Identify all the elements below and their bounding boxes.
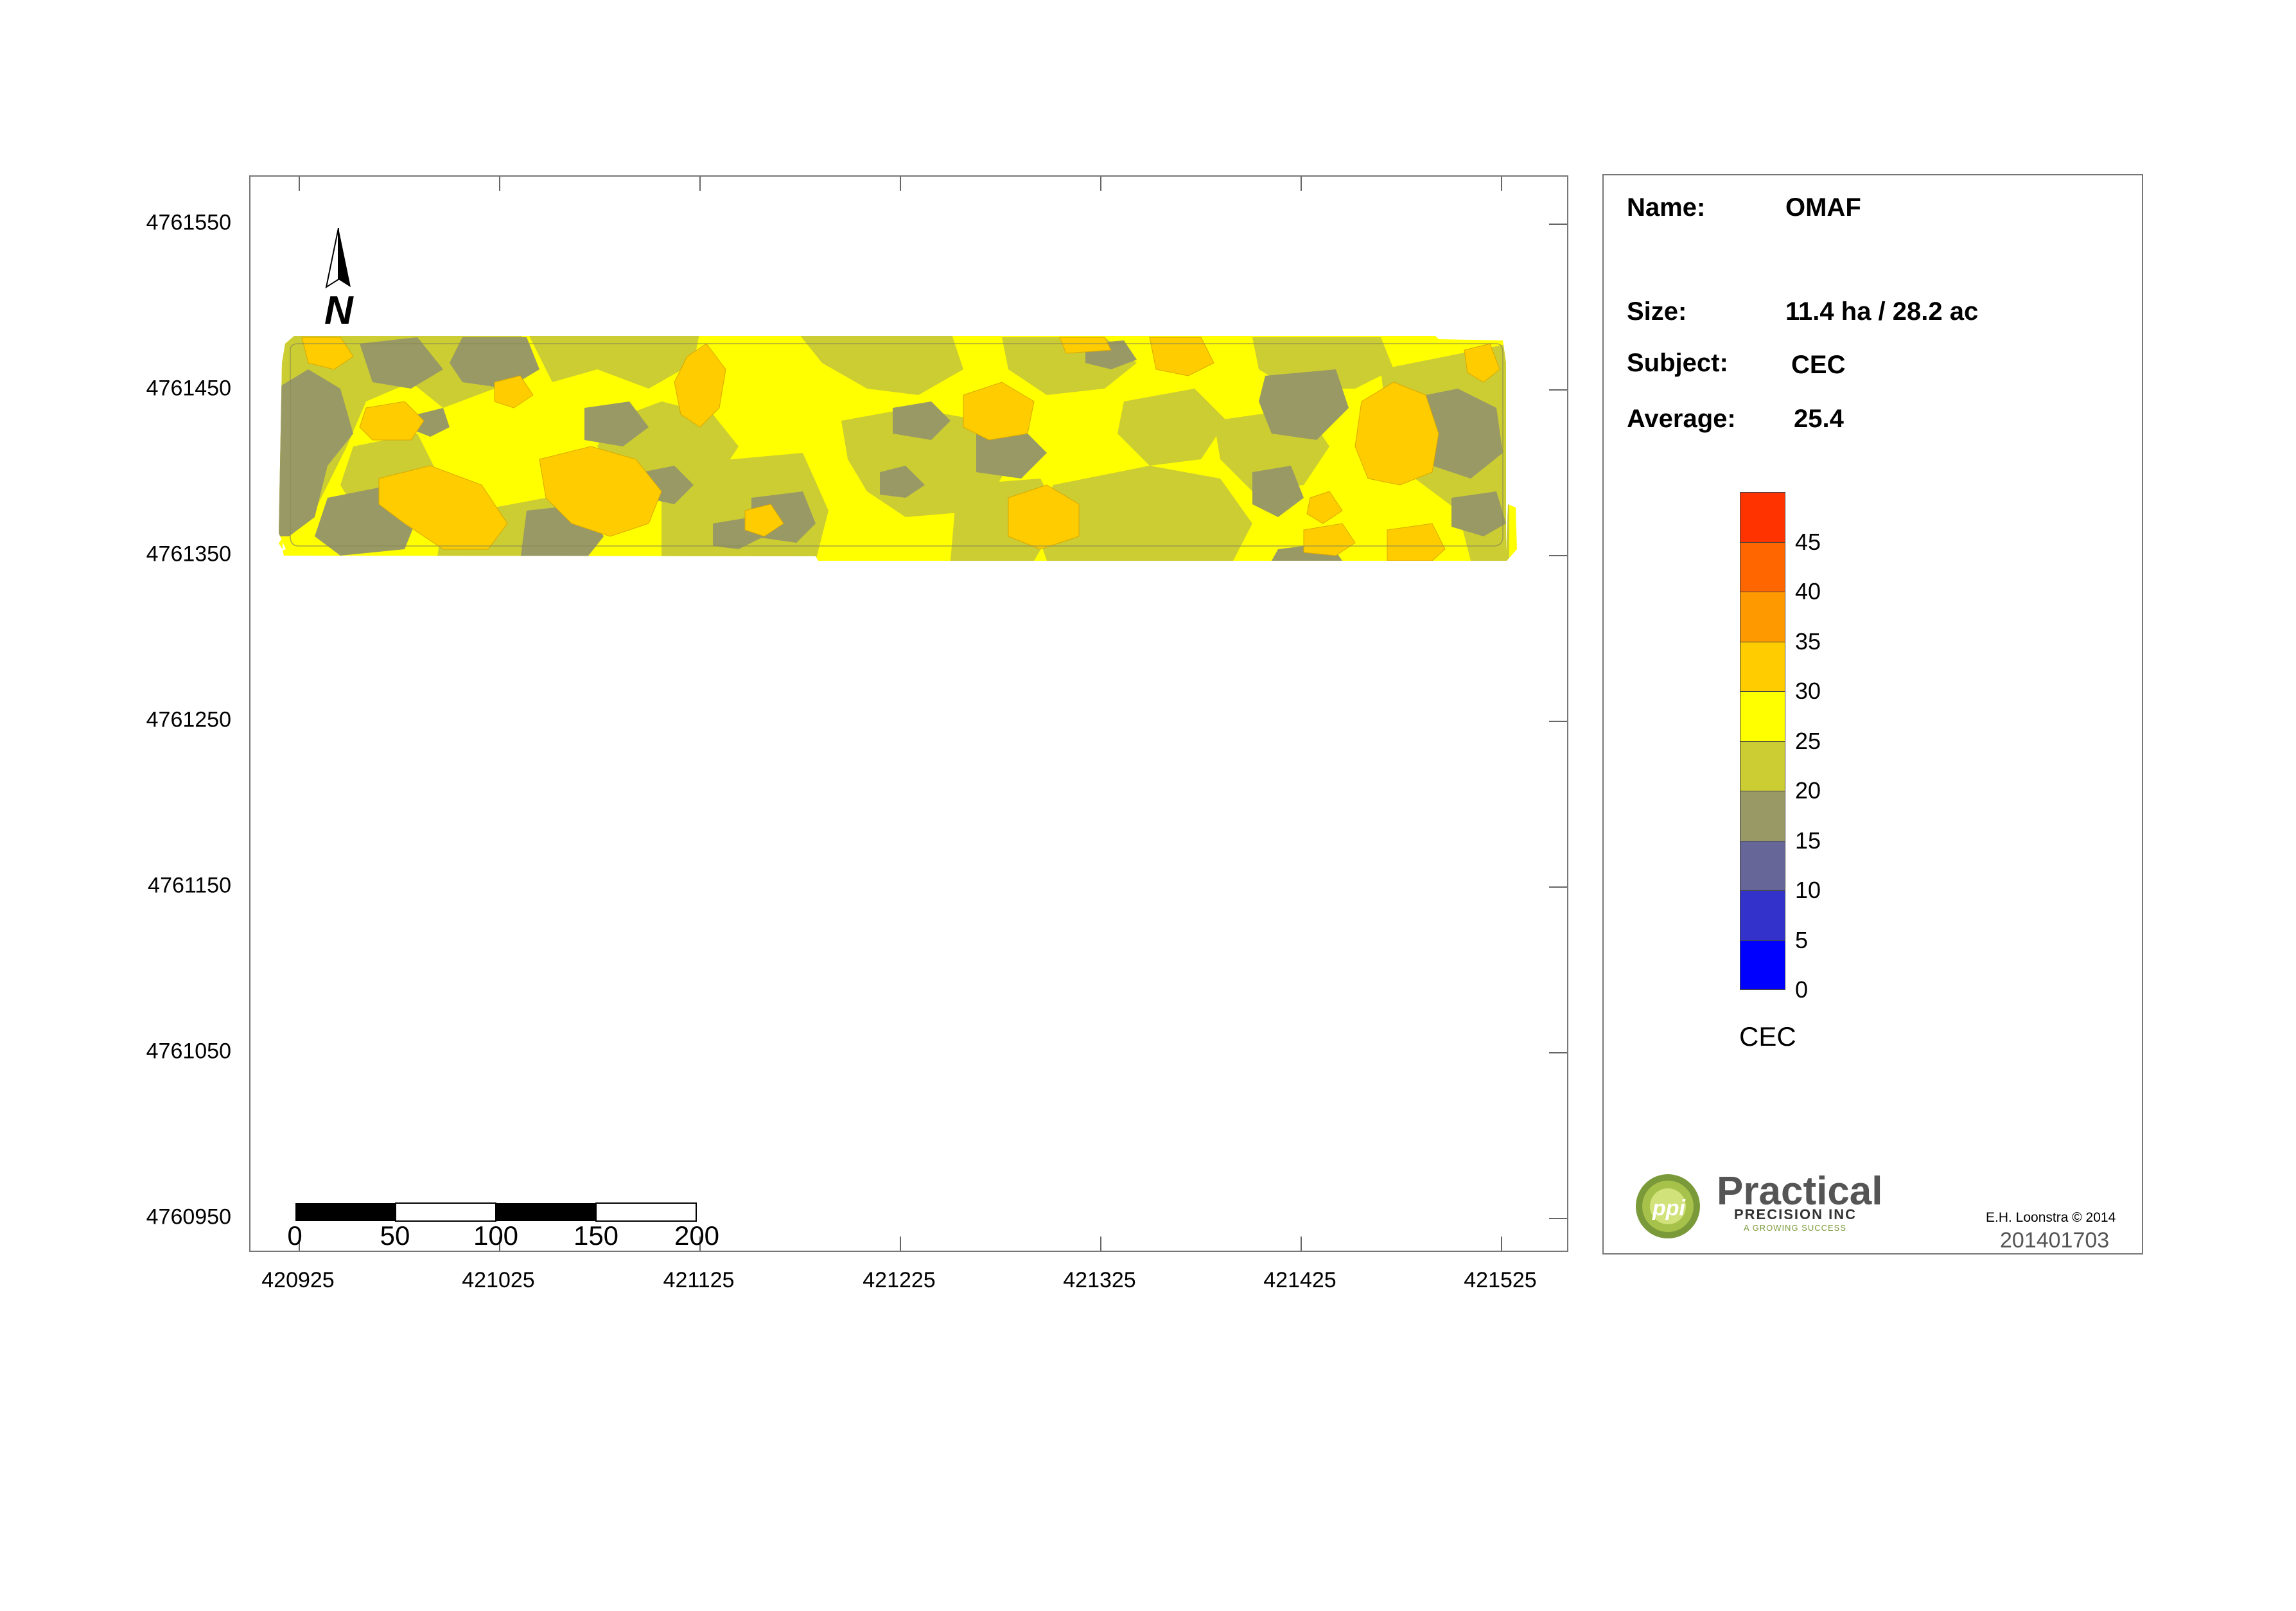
y-tick-label: 4761550: [146, 210, 231, 235]
y-tick-label: 4761050: [146, 1039, 231, 1064]
scale-bar: [295, 1202, 697, 1222]
logo-sub-text: PRECISION INC: [1734, 1206, 1857, 1222]
x-tick-label: 421425: [1263, 1268, 1336, 1292]
legend-title: CEC: [1739, 1021, 1796, 1052]
legend-swatch: [1740, 541, 1785, 592]
y-tick-label: 4761450: [146, 376, 231, 401]
x-tick-label: 421225: [863, 1268, 936, 1292]
y-tick-label: 4761250: [146, 707, 231, 732]
legend-swatch: [1740, 890, 1785, 940]
legend-swatch: [1740, 492, 1785, 542]
legend-label: 35: [1795, 628, 1821, 655]
legend-swatch: [1740, 791, 1785, 841]
logo-badge: ppi: [1652, 1196, 1687, 1220]
field-raster: [279, 336, 1517, 561]
scale-label: 150: [573, 1220, 619, 1251]
legend-label: 15: [1795, 827, 1821, 854]
map-id: 201401703: [2000, 1228, 2110, 1253]
x-tick-label: 421125: [663, 1268, 735, 1292]
legend-label: 40: [1795, 578, 1821, 604]
north-label: N: [324, 288, 353, 333]
info-panel: Name: OMAF Size: 11.4 ha / 28.2 ac Subje…: [1602, 174, 2143, 1254]
legend-swatch: [1740, 641, 1785, 691]
size-value: 11.4 ha / 28.2 ac: [1785, 297, 1979, 326]
x-tick-label: 421025: [462, 1268, 535, 1292]
legend-label: 30: [1795, 678, 1821, 704]
legend-label: 0: [1795, 976, 1809, 1003]
legend-swatch: [1740, 741, 1785, 791]
scale-label: 0: [287, 1220, 302, 1251]
author-credit: E.H. Loonstra © 2014: [1986, 1210, 2116, 1225]
y-tick-label: 4761150: [148, 873, 231, 898]
scale-label: 100: [473, 1220, 519, 1251]
scale-label: 200: [674, 1220, 720, 1251]
legend-label: 5: [1795, 927, 1809, 953]
practical-precision-logo: ppi Practical PRECISION INC A GROWING SU…: [1636, 1169, 1883, 1238]
legend-label: 10: [1795, 877, 1821, 903]
average-label: Average:: [1627, 405, 1736, 433]
legend-swatch: [1740, 940, 1785, 990]
x-tick-label: 421325: [1063, 1268, 1136, 1292]
scale-label: 50: [380, 1220, 410, 1251]
name-value: OMAF: [1785, 193, 1861, 222]
y-tick-label: 4760950: [146, 1204, 231, 1229]
average-value: 25.4: [1794, 405, 1844, 433]
size-label: Size:: [1627, 297, 1687, 326]
legend-swatch: [1740, 691, 1785, 741]
legend-swatch: [1740, 592, 1785, 642]
legend-swatch: [1740, 840, 1785, 890]
logo-tagline: A GROWING SUCCESS: [1744, 1223, 1846, 1233]
name-label: Name:: [1627, 193, 1706, 222]
x-tick-label: 420925: [261, 1268, 335, 1292]
cec-legend: [1740, 492, 1785, 990]
legend-label: 25: [1795, 728, 1821, 754]
subject-label: Subject:: [1627, 349, 1728, 377]
cec-map[interactable]: [250, 177, 1567, 1251]
x-tick-label: 421525: [1464, 1268, 1537, 1292]
map-frame[interactable]: [249, 175, 1568, 1252]
legend-label: 45: [1795, 529, 1821, 555]
y-tick-label: 4761350: [146, 541, 231, 567]
subject-value: CEC: [1791, 351, 1846, 379]
legend-label: 20: [1795, 777, 1821, 804]
